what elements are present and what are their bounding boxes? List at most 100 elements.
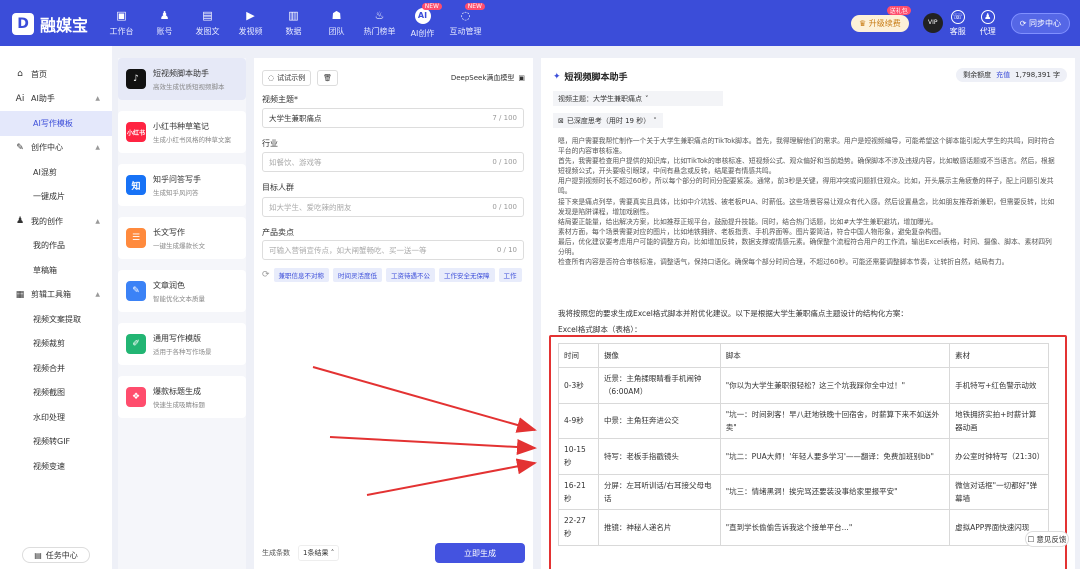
table-header-cell: 脚本: [719, 343, 951, 368]
nav-label: 工作台: [109, 26, 134, 36]
sidebar-item-8[interactable]: 草稿箱: [0, 258, 112, 283]
table-body: 0-3秒 近景：主角揉眼睛看手机闹钟（6:00AM） "你以为大学生兼职很轻松？这三…: [558, 367, 1049, 546]
sidebar-item-2[interactable]: AI写作模板: [0, 111, 112, 136]
sidebar-item-6[interactable]: ♟ 我的创作 ▲: [0, 209, 112, 234]
generate-button[interactable]: 立即生成: [435, 543, 525, 563]
audience-input[interactable]: 如大学生、爱吃辣的朋友 0 / 100: [262, 197, 524, 217]
keyword-chip[interactable]: 兼职信息不对称: [273, 268, 330, 282]
nav-icon: ▥: [288, 8, 299, 22]
template-card-4[interactable]: ✎ 文章润色 智能优化文本质量: [118, 270, 246, 312]
sidebar-item-label: 创作中心: [31, 143, 63, 153]
brand-name: 融媒宝: [40, 16, 89, 35]
sidebar-item-11[interactable]: 视频裁剪: [0, 332, 112, 357]
template-card-5[interactable]: ✐ 通用写作模版 适用于各种写作场景: [118, 323, 246, 365]
sidebar-icon: ✎: [16, 142, 24, 153]
selling-input[interactable]: 可输入营销宣传点，如大闸蟹畅吃、买一送一等 0 / 10: [262, 240, 524, 260]
service-label: 客服: [949, 26, 966, 36]
table-header-row: 时间 摄像 脚本 素材: [558, 343, 1049, 368]
sidebar-item-label: 我的作品: [33, 241, 65, 251]
template-card-0[interactable]: ♪ 短视频脚本助手 高效生成优质短视频脚本: [118, 58, 246, 100]
sidebar-item-0[interactable]: ⌂ 首页: [0, 62, 112, 87]
thinking-paragraph: 嗯，用户需要我帮忙制作一个关于大学生兼职痛点的TikTok脚本。首先，我得理解他…: [558, 137, 1055, 156]
sidebar-item-label: 剪辑工具箱: [31, 290, 71, 300]
keyword-chip[interactable]: 时间灵活度低: [333, 268, 383, 282]
nav-label: 账号: [156, 26, 173, 36]
table-cell: 办公室时钟特写（21:30）: [949, 438, 1049, 475]
sidebar-item-13[interactable]: 视频截图: [0, 381, 112, 406]
count-select[interactable]: 1条结果 ˄: [298, 545, 340, 561]
agent-button[interactable]: ♟ 代理: [980, 9, 996, 37]
sidebar-item-3[interactable]: ✎ 创作中心 ▲: [0, 136, 112, 161]
sidebar-item-10[interactable]: 视频文案提取: [0, 307, 112, 332]
industry-label: 行业: [262, 139, 278, 148]
table-cell: 22-27秒: [558, 509, 599, 546]
model-label[interactable]: DeepSeek满血模型: [451, 73, 515, 83]
clear-button[interactable]: 🗑: [317, 70, 338, 86]
template-card-6[interactable]: ❖ 爆款标题生成 快速生成吸睛标题: [118, 376, 246, 418]
thinking-text: 嗯，用户需要我帮忙制作一个关于大学生兼职痛点的TikTok脚本。首先，我得理解他…: [558, 136, 1058, 267]
nav-icon: ▶: [246, 8, 255, 22]
keyword-chips: ⟳ 兼职信息不对称 时间灵活度低 工资待遇不公 工作安全无保障 工作: [262, 268, 528, 282]
table-cell: "坑二：PUA大师！'年轻人要多学习'——翻译：免费加班别bb": [719, 438, 951, 475]
sidebar-item-16[interactable]: 视频变速: [0, 454, 112, 479]
result-header: ✦ 短视频脚本助手: [553, 70, 628, 84]
example-button[interactable]: ◌ 试试示例: [262, 70, 312, 86]
selling-count: 0 / 10: [496, 246, 517, 254]
sidebar-item-5[interactable]: 一键成片: [0, 185, 112, 210]
template-icon: ❖: [126, 387, 146, 407]
count-value: 1条结果: [303, 549, 329, 557]
topic-input[interactable]: 大学生兼职痛点 7 / 100: [262, 108, 524, 128]
template-title: 通用写作模版: [153, 333, 201, 343]
keyword-chip[interactable]: 工资待遇不公: [386, 268, 436, 282]
avatar[interactable]: VIP: [922, 13, 943, 33]
lightbulb-icon: ◌: [268, 74, 275, 82]
topic-tag[interactable]: 视频主题：大学生兼职痛点 ˅: [553, 91, 723, 106]
template-card-1[interactable]: 小红书 小红书种草笔记 生成小红书风格的种草文案: [118, 111, 246, 153]
nav-item-8[interactable]: ◌ 互动管理 NEW: [444, 0, 487, 46]
audience-placeholder: 如大学生、爱吃辣的朋友: [269, 202, 352, 212]
model-settings-icon[interactable]: ▣: [518, 74, 525, 82]
feedback-button[interactable]: ☐ 意见反馈: [1025, 531, 1069, 547]
keyword-chip[interactable]: 工作安全无保障: [439, 268, 495, 282]
industry-count: 0 / 100: [492, 158, 517, 166]
brand-logo[interactable]: D 融媒宝: [12, 12, 88, 36]
nav-label: 互动管理: [449, 26, 482, 36]
upgrade-button[interactable]: ♛ 升级续费 送礼包: [851, 5, 911, 32]
table-row: 0-3秒 近景：主角揉眼睛看手机闹钟（6:00AM） "你以为大学生兼职很轻松？这三…: [558, 367, 1049, 404]
thinking-label: 已深度思考（用时 19 秒）: [566, 116, 651, 125]
chevron-up-icon: ▲: [95, 144, 100, 152]
sidebar-item-14[interactable]: 水印处理: [0, 405, 112, 430]
sidebar-item-7[interactable]: 我的作品: [0, 234, 112, 259]
task-center-button[interactable]: ▤ 任务中心: [22, 547, 90, 563]
industry-input[interactable]: 如餐饮、游戏等 0 / 100: [262, 152, 524, 172]
sidebar-item-9[interactable]: ▦ 剪辑工具箱 ▲: [0, 283, 112, 308]
sidebar-list: ⌂ 首页 Ai AI助手 ▲ AI写作模板 ✎ 创作中心 ▲ AI混剪 一键成片 ♟ 我的创作 ▲ 我的作品…: [0, 46, 112, 479]
nav-item-5[interactable]: ☗ 团队: [315, 0, 358, 46]
nav-item-4[interactable]: ▥ 数据: [272, 0, 315, 46]
nav-item-1[interactable]: ♟ 账号: [143, 0, 186, 46]
nav-icon: ◌: [460, 8, 471, 22]
trash-icon: 🗑: [323, 74, 332, 82]
nav-item-6[interactable]: ♨ 热门榜单: [358, 0, 401, 46]
nav-item-2[interactable]: ▤ 发图文: [186, 0, 229, 46]
template-card-2[interactable]: 知知乎问答写手 生成知乎风问答: [118, 164, 246, 206]
template-card-3[interactable]: ☰ 长文写作 一键生成爆款长文: [118, 217, 246, 259]
recharge-link[interactable]: 充值: [996, 70, 1010, 80]
sync-center-button[interactable]: ⟳ 同步中心: [1010, 12, 1070, 34]
sidebar-item-12[interactable]: 视频合并: [0, 356, 112, 381]
sidebar-item-4[interactable]: AI混剪: [0, 160, 112, 185]
form-footer: 生成条数 1条结果 ˄ 立即生成: [262, 543, 525, 563]
service-button[interactable]: ☏ 客服: [949, 9, 966, 37]
refresh-icon[interactable]: ⟳: [262, 270, 270, 280]
thinking-toggle[interactable]: ⊠ 已深度思考（用时 19 秒） ˅: [553, 113, 663, 128]
new-badge: NEW: [421, 3, 442, 10]
nav-label: 发图文: [195, 26, 220, 36]
sidebar-item-1[interactable]: Ai AI助手 ▲: [0, 87, 112, 112]
input-form: ◌ 试试示例 🗑 DeepSeek满血模型 ▣ 视频主题* 大学生兼职痛点 7 /…: [254, 58, 533, 569]
nav-item-0[interactable]: ▣ 工作台: [100, 0, 143, 46]
brand-mark-icon: D: [12, 13, 34, 35]
sidebar-item-15[interactable]: 视频转GIF: [0, 430, 112, 455]
nav-item-7[interactable]: AI AI创作 NEW: [401, 0, 444, 46]
nav-item-3[interactable]: ▶ 发视频: [229, 0, 272, 46]
keyword-chip[interactable]: 工作: [498, 268, 522, 282]
